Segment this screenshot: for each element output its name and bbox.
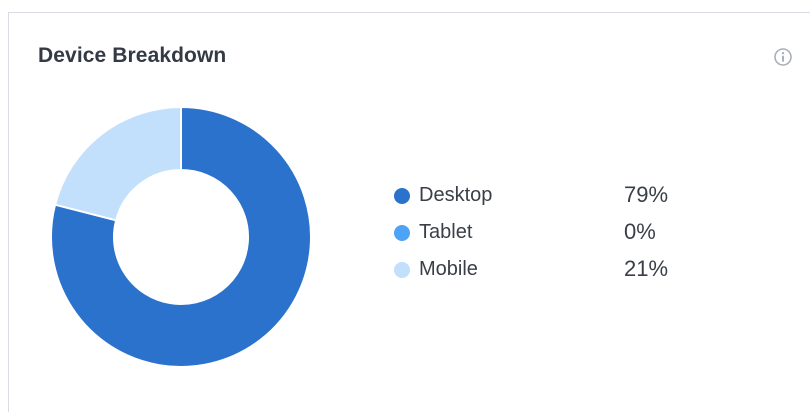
card-title: Device Breakdown [38, 44, 227, 67]
legend-item-mobile[interactable]: Mobile 21% [394, 256, 714, 293]
legend-swatch [394, 262, 410, 278]
legend-swatch [394, 225, 410, 241]
legend-label: Mobile [419, 258, 478, 280]
legend-value: 79% [624, 182, 669, 207]
legend-value: 0% [624, 219, 656, 244]
chart-legend: Desktop 79% Tablet 0% Mobile 21% [394, 182, 714, 293]
donut-chart [50, 105, 312, 368]
legend-label: Tablet [419, 221, 473, 243]
legend-item-tablet[interactable]: Tablet 0% [394, 219, 714, 256]
legend-label: Desktop [419, 184, 493, 206]
device-breakdown-card: Device Breakdown Desktop 79% Tablet 0% Mobil… [8, 12, 810, 412]
info-icon[interactable] [773, 47, 793, 67]
legend-item-desktop[interactable]: Desktop 79% [394, 182, 714, 219]
legend-value: 21% [624, 256, 669, 281]
legend-swatch [394, 188, 410, 204]
donut-slice-mobile[interactable] [53, 105, 182, 222]
